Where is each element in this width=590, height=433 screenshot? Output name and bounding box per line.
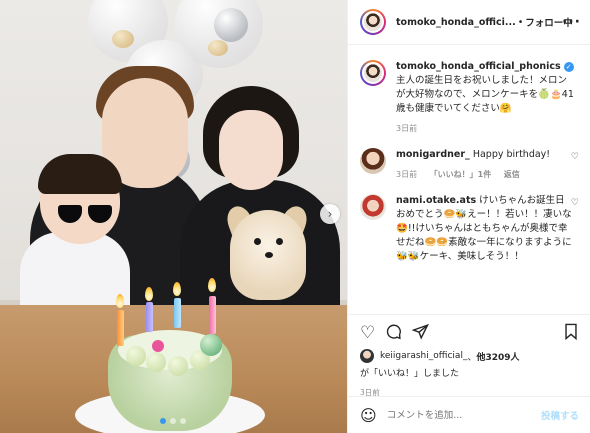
carousel-dot [180, 418, 186, 424]
avatar[interactable] [360, 194, 386, 220]
comment-input[interactable] [386, 409, 541, 421]
dog-eye [254, 238, 261, 245]
melon-ball [168, 356, 188, 376]
more-icon[interactable]: ··· [562, 14, 581, 30]
reply-button[interactable]: 返信 [504, 170, 520, 179]
verified-badge-icon: ✓ [563, 62, 574, 72]
likes-suffix: が「いいね！」しました [360, 369, 460, 379]
woman-face [219, 110, 283, 190]
caption-text: 主人の誕生日をお祝いしました！メロンが大好物なので、メロンケーキを🍈🎂41歳も健… [396, 75, 574, 114]
confetti-balloon [112, 30, 134, 48]
likes-others[interactable]: 他3209人 [476, 350, 519, 363]
melon-ball [146, 352, 166, 372]
comment-username[interactable]: nami.otake.ats [396, 195, 476, 206]
caption-time[interactable]: 3日前 [396, 124, 417, 133]
likes-summary: keiigarashi_official_ 、 他3209人 [360, 349, 579, 363]
confetti-balloon [208, 40, 228, 56]
share-icon[interactable] [411, 323, 430, 344]
comment-text: Happy birthday! [472, 149, 551, 160]
sunglasses-sticker [58, 205, 114, 225]
candle [146, 302, 153, 332]
comments-list: tomoko_honda_official_phonics ✓ 主人の誕生日をお… [348, 46, 590, 314]
post-header: tomoko_honda_offici... • フォロー中 ··· [348, 0, 590, 45]
comment: monigardner_ Happy birthday! 3日前 「いいね！」1… [360, 148, 590, 182]
candle [174, 298, 181, 328]
candle-flame [208, 278, 216, 292]
flower-decoration [152, 340, 164, 352]
dog-eye [276, 238, 283, 245]
dog-nose [265, 252, 273, 258]
comment-username[interactable]: monigardner_ [396, 149, 470, 160]
candle [117, 310, 124, 346]
post-side-panel: tomoko_honda_offici... • フォロー中 ··· tomok… [347, 0, 590, 433]
header-separator: • [517, 16, 524, 28]
action-bar: ♡ keiigarashi_official_ 、 他3209人 が「いいね！」… [348, 314, 590, 398]
avatar[interactable] [360, 349, 374, 363]
candle-flame [145, 287, 153, 301]
silver-balloon [214, 8, 248, 42]
emoji-icon[interactable]: ☺ [360, 406, 377, 425]
melon-ball [200, 334, 222, 356]
header-username[interactable]: tomoko_honda_offici... [396, 17, 516, 28]
caption-username[interactable]: tomoko_honda_official_phonics [396, 61, 561, 72]
comment-heart-icon[interactable]: ♡ [571, 198, 579, 208]
avatar[interactable] [360, 60, 386, 86]
caption: tomoko_honda_official_phonics ✓ 主人の誕生日をお… [360, 60, 590, 136]
post-photo[interactable]: › [0, 0, 347, 433]
carousel-dot [170, 418, 176, 424]
avatar[interactable] [360, 148, 386, 174]
melon-ball [126, 346, 146, 366]
comment-time[interactable]: 3日前 [396, 170, 417, 179]
candle-flame [116, 294, 124, 308]
candle [209, 296, 216, 334]
carousel-dots [160, 418, 186, 424]
comment-heart-icon[interactable]: ♡ [571, 152, 579, 162]
bookmark-icon[interactable] [563, 323, 579, 344]
comment-icon[interactable] [385, 323, 402, 344]
boy-hair [38, 154, 122, 194]
carousel-dot [160, 418, 166, 424]
post-button[interactable]: 投稿する [541, 408, 579, 422]
comment: nami.otake.ats けいちゃんお誕生日おめでとう🥯🐝えー！！若い！！凄… [360, 194, 590, 264]
likes-user[interactable]: keiigarashi_official_ [380, 351, 467, 361]
comment-composer: ☺ 投稿する [348, 396, 590, 433]
heart-icon[interactable]: ♡ [360, 324, 375, 342]
next-photo-button[interactable]: › [320, 204, 340, 224]
avatar[interactable] [360, 9, 386, 35]
candle-flame [173, 282, 181, 296]
comment-likes[interactable]: 「いいね！」1件 [430, 170, 492, 179]
